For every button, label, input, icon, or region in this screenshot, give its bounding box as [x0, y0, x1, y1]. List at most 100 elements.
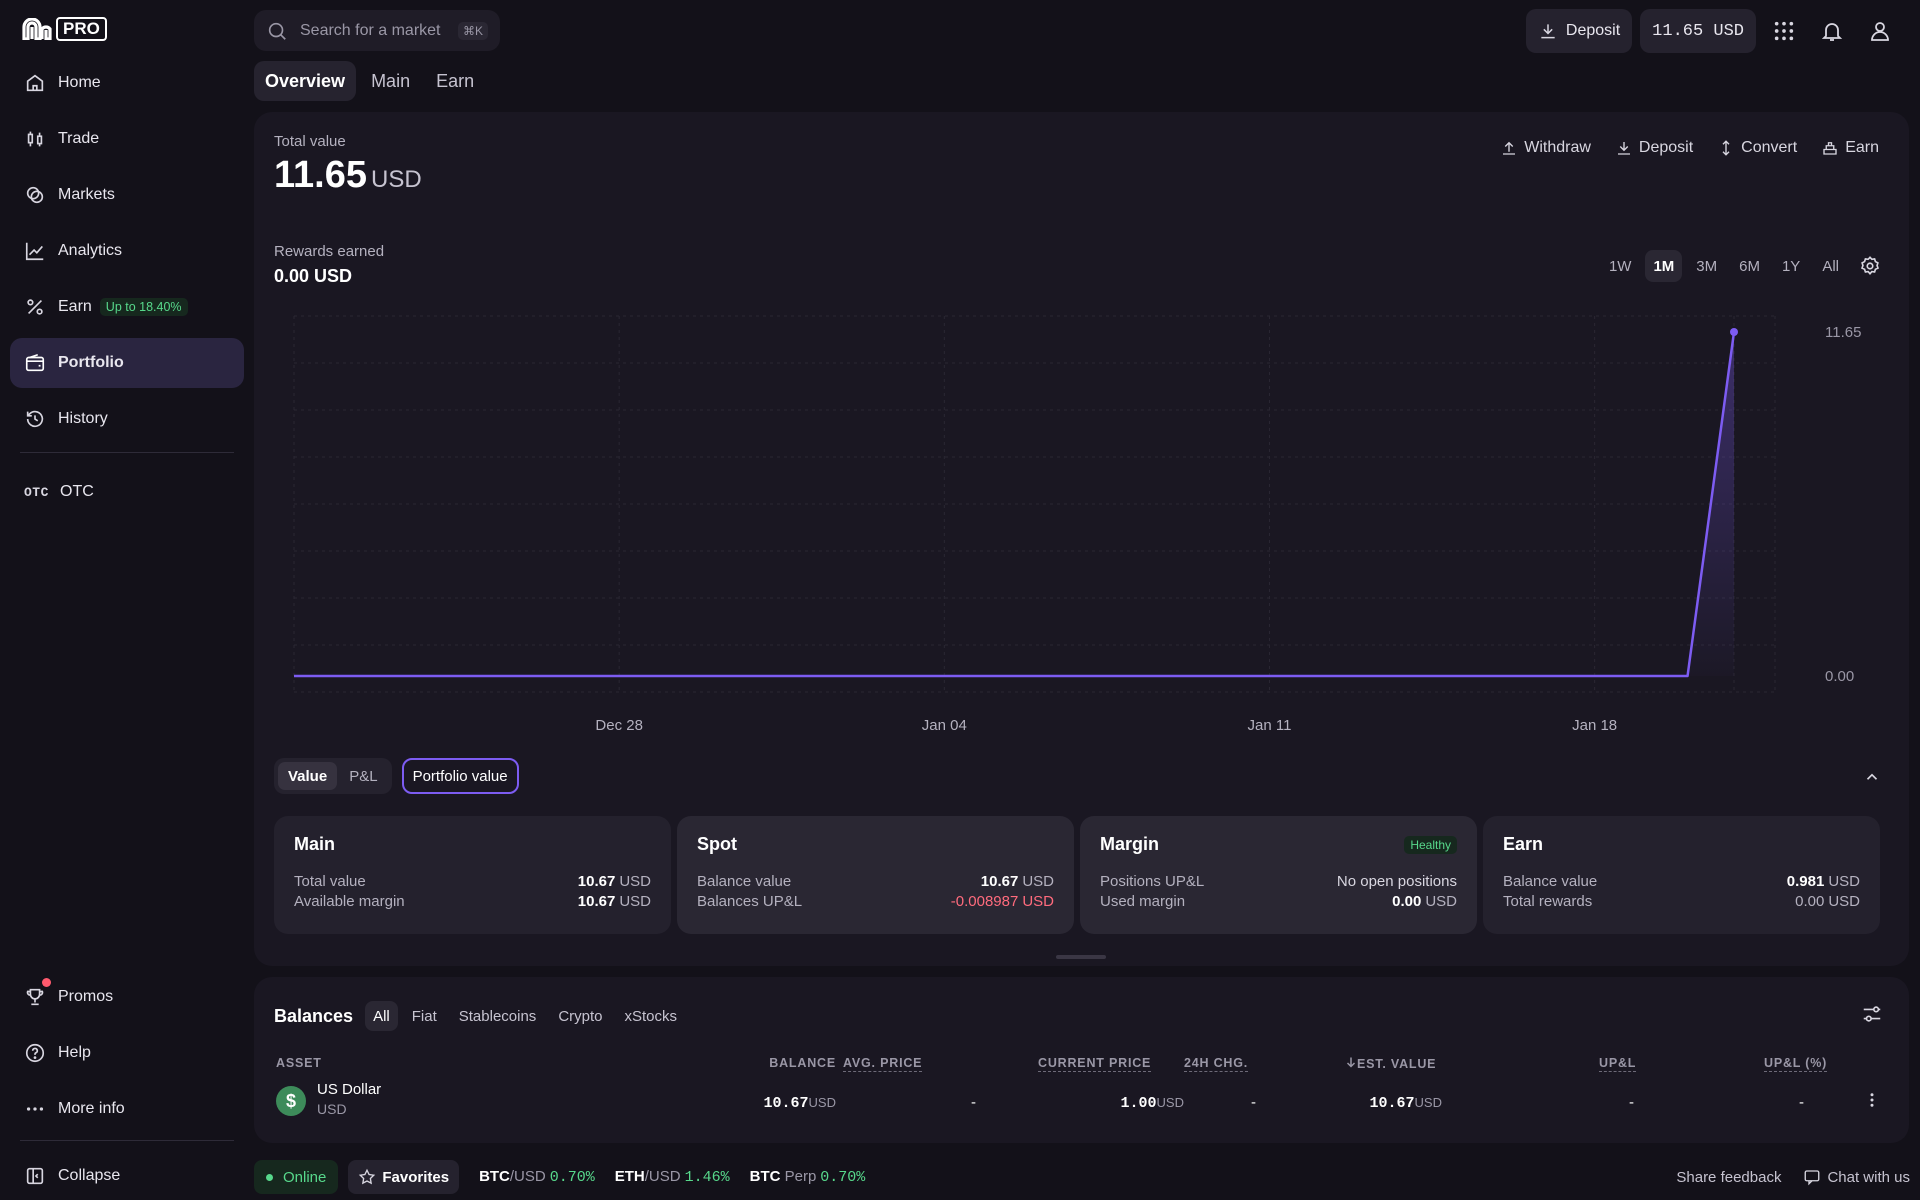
sidebar-item-more-info[interactable]: More info: [10, 1084, 244, 1134]
sidebar-item-earn[interactable]: Earn Up to 18.40%: [10, 282, 244, 332]
filter-fiat[interactable]: Fiat: [404, 1001, 445, 1031]
sidebar-item-trade[interactable]: Trade: [10, 114, 244, 164]
summary-card-main[interactable]: Main Total value 10.67 USD Available margi…: [274, 816, 671, 934]
filter-stablecoins[interactable]: Stablecoins: [451, 1001, 545, 1031]
sidebar-item-label: Home: [58, 74, 101, 91]
favorites-button[interactable]: Favorites: [348, 1160, 460, 1194]
table-settings-button[interactable]: [1861, 1003, 1883, 1030]
sidebar-collapse-button[interactable]: Collapse: [10, 1151, 244, 1200]
resize-handle[interactable]: [1056, 955, 1106, 959]
summary-amount: 0.00: [1392, 893, 1422, 910]
cell-upl-pct: -: [1799, 1094, 1804, 1111]
tab-earn[interactable]: Earn: [425, 61, 485, 101]
overview-card: Total value 11.65 USD Withdraw Deposit Co…: [254, 112, 1909, 966]
sort-down-icon: [1346, 1057, 1356, 1068]
summary-row-label: Balance value: [697, 873, 792, 890]
chat-with-us-button[interactable]: Chat with us: [1803, 1168, 1910, 1186]
search-input[interactable]: Search for a market: [300, 22, 446, 40]
column-header-asset[interactable]: ASSET: [276, 1056, 322, 1070]
tab-main[interactable]: Main: [360, 61, 421, 101]
total-value: 11.65 USD: [274, 154, 422, 197]
range-1y[interactable]: 1Y: [1774, 250, 1808, 282]
column-header-avg-price[interactable]: AVG. PRICE: [843, 1056, 923, 1072]
summary-unit: USD: [1022, 893, 1054, 910]
account-balance-button[interactable]: 11.65 USD: [1640, 9, 1756, 53]
summary-row-label: Balance value: [1503, 873, 1598, 890]
earn-button[interactable]: Earn: [1821, 139, 1879, 157]
sidebar-item-label: Promos: [58, 988, 114, 1005]
trophy-icon: [26, 988, 44, 1006]
summary-title: Spot: [697, 834, 1054, 855]
x-axis-tick-label: Dec 28: [595, 717, 643, 732]
rewards-earned-label: Rewards earned: [274, 243, 385, 260]
apps-menu-button[interactable]: [1764, 11, 1804, 51]
sliders-icon: [1863, 1006, 1881, 1022]
y-axis-label: 11.65: [1825, 324, 1861, 341]
deposit-button[interactable]: Deposit: [1615, 139, 1693, 157]
account-button[interactable]: [1860, 11, 1900, 51]
kraken-pro-logo[interactable]: PRO: [22, 17, 107, 41]
portfolio-value-button[interactable]: Portfolio value: [401, 758, 519, 794]
column-header-balance[interactable]: BALANCE: [694, 1056, 836, 1070]
search-icon: [268, 22, 286, 40]
sidebar-item-help[interactable]: Help: [10, 1028, 244, 1078]
market-search[interactable]: Search for a market ⌘K: [254, 10, 500, 51]
sidebar-item-analytics[interactable]: Analytics: [10, 226, 244, 276]
more-icon: [26, 1107, 44, 1111]
sidebar-bottom: Promos Help More info Collapse: [10, 972, 244, 1200]
range-3m[interactable]: 3M: [1688, 250, 1725, 282]
summary-row-value: 10.67 USD: [578, 892, 651, 912]
summary-title-text: Main: [294, 834, 336, 854]
summary-card-spot[interactable]: Spot Balance value 10.67 USD Balances UP&L…: [677, 816, 1074, 934]
sidebar-item-markets[interactable]: Markets: [10, 170, 244, 220]
sidebar-item-promos[interactable]: Promos: [10, 972, 244, 1022]
column-header-upl[interactable]: UP&L: [1599, 1056, 1637, 1072]
ticker-btc-usd[interactable]: BTC/USD 0.70%: [479, 1168, 595, 1186]
top-deposit-button[interactable]: Deposit: [1525, 9, 1633, 53]
status-bar-right: Share feedback Chat with us: [1676, 1168, 1910, 1186]
range-1w[interactable]: 1W: [1601, 250, 1640, 282]
chart-settings-button[interactable]: [1853, 249, 1887, 283]
column-header-est-value[interactable]: EST. VALUE: [1345, 1056, 1436, 1071]
column-header-24h-change[interactable]: 24H CHG.: [1184, 1056, 1249, 1072]
column-header-current-price[interactable]: CURRENT PRICE: [1038, 1056, 1152, 1072]
withdraw-button[interactable]: Withdraw: [1500, 139, 1591, 157]
ticker-btc-perp[interactable]: BTC Perp 0.70%: [750, 1168, 866, 1186]
toggle-pnl[interactable]: P&L: [339, 762, 387, 790]
summary-amount: 10.67: [980, 873, 1019, 890]
range-all[interactable]: All: [1814, 250, 1847, 282]
summary-card-margin[interactable]: Margin Healthy Positions UP&L No open posi…: [1080, 816, 1477, 934]
filter-xstocks[interactable]: xStocks: [617, 1001, 686, 1031]
summary-row-value: 10.67 USD: [578, 872, 651, 892]
sidebar-item-label: Trade: [58, 130, 100, 147]
sidebar-item-portfolio[interactable]: Portfolio: [10, 338, 244, 388]
sidebar-item-history[interactable]: History: [10, 394, 244, 444]
sidebar-item-home[interactable]: Home: [10, 58, 244, 108]
balances-title: Balances: [274, 1005, 354, 1026]
range-6m[interactable]: 6M: [1731, 250, 1768, 282]
ticker-eth-usd[interactable]: ETH/USD 1.46%: [615, 1168, 730, 1186]
share-feedback-link[interactable]: Share feedback: [1676, 1169, 1781, 1186]
sidebar-item-otc[interactable]: OTC OTC: [10, 467, 244, 517]
row-actions-button[interactable]: [1863, 1091, 1881, 1114]
summary-row-label: Available margin: [294, 893, 405, 910]
x-axis-tick-label: Jan 18: [1572, 717, 1617, 732]
summary-card-earn[interactable]: Earn Balance value 0.981 USD Total rewards…: [1483, 816, 1880, 934]
summary-row-value: -0.008987 USD: [951, 892, 1054, 912]
filter-all[interactable]: All: [365, 1001, 398, 1031]
range-1m[interactable]: 1M: [1645, 250, 1683, 282]
filter-crypto[interactable]: Crypto: [550, 1001, 610, 1031]
collapse-chart-button[interactable]: [1863, 768, 1881, 791]
download-icon: [1617, 142, 1630, 155]
convert-button[interactable]: Convert: [1717, 139, 1797, 157]
summary-title: Earn: [1503, 834, 1860, 855]
column-header-upl-pct[interactable]: UP&L (%): [1764, 1056, 1828, 1072]
notifications-button[interactable]: [1812, 11, 1852, 51]
earn-rate-badge: Up to 18.40%: [99, 298, 188, 316]
est-value-amount: 10.67: [1369, 1095, 1415, 1112]
convert-label: Convert: [1741, 139, 1798, 156]
ticker-quote: Perp: [780, 1168, 817, 1185]
download-icon: [1541, 24, 1555, 39]
tab-overview[interactable]: Overview: [254, 61, 357, 101]
toggle-value[interactable]: Value: [278, 762, 338, 790]
